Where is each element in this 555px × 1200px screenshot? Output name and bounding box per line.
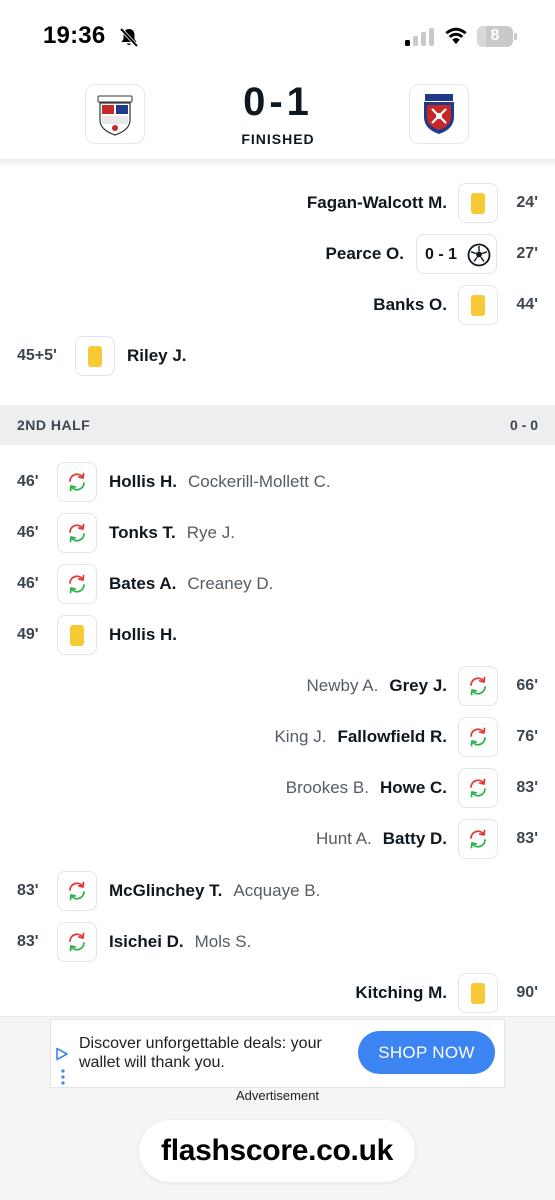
yellow-card-icon [458,183,498,223]
battery-level: 8 [490,27,500,44]
away-team-logo[interactable] [409,84,469,144]
player-name: Riley J. [127,346,187,365]
period-label: 2ND HALF [17,417,91,433]
player-in-name: Isichei D. [109,932,184,951]
home-team-logo[interactable] [85,84,145,144]
player-in-name: Howe C. [379,778,447,797]
ad-caption: Advertisement [235,1088,320,1103]
player-out-name: Brookes B. [285,778,369,797]
match-status: FINISHED [241,131,315,147]
incident-minute: 44' [516,296,538,313]
incident-minute: 27' [516,245,538,262]
away-badge-icon [424,94,454,134]
incident-row[interactable]: Banks O. 44' [0,280,555,330]
home-badge-icon [97,95,133,136]
substitution-icon [57,513,97,553]
shop-now-button[interactable]: SHOP NOW [358,1031,495,1074]
incident-minute: 46' [17,575,39,592]
header-divider [0,159,555,167]
incident-row[interactable]: 83' McGlinchey T. Acquaye B. [0,866,555,916]
incident-minute: 83' [516,830,538,847]
period-score: 0 - 0 [509,417,538,433]
incident-row[interactable]: 45+5' Riley J. [0,331,555,381]
incident-row[interactable]: 49' Hollis H. [0,610,555,660]
player-out-name: Acquaye B. [233,881,321,900]
player-name: Banks O. [373,295,447,314]
period-header-second-half: 2ND HALF 0 - 0 [0,405,555,445]
substitution-icon [57,871,97,911]
player-in-name: Hollis H. [109,472,178,491]
player-in-name: Grey J. [389,676,447,695]
player-in-name: Batty D. [382,829,447,848]
player-name: Hollis H. [109,625,178,644]
substitution-icon [57,922,97,962]
incident-minute: 76' [516,728,538,745]
cellular-signal-icon [405,28,435,46]
player-in-name: Tonks T. [109,523,176,542]
player-out-name: Rye J. [186,523,235,542]
player-out-name: King J. [274,727,327,746]
goal-indicator: 0 - 1 [416,234,497,274]
player-name: Pearce O. [325,244,404,263]
status-bar: 19:36 8 [0,0,555,70]
incident-row[interactable]: 46' Hollis H. Cockerill-Mollett C. [0,457,555,507]
incident-row[interactable]: 46' Bates A. Creaney D. [0,559,555,609]
ad-banner[interactable]: Discover unforgettable deals: your walle… [50,1019,505,1088]
substitution-icon [57,564,97,604]
player-out-name: Newby A. [306,676,379,695]
bell-muted-icon [119,27,139,48]
goal-score: 0 - 1 [425,246,458,263]
match-header: 0-1 FINISHED [0,70,555,162]
incident-row[interactable]: King J. Fallowfield R. 76' [0,712,555,762]
more-options-icon[interactable] [61,1069,65,1085]
incident-minute: 83' [17,933,39,950]
incident-minute: 24' [516,194,538,211]
yellow-card-icon [57,615,97,655]
substitution-icon [458,666,498,706]
battery-icon: 8 [477,26,517,47]
incident-minute: 46' [17,524,39,541]
player-name: Kitching M. [355,983,447,1002]
incident-row[interactable]: Fagan-Walcott M. 24' [0,178,555,228]
yellow-card-icon [75,336,115,376]
player-out-name: Cockerill-Mollett C. [188,472,331,491]
browser-address-bar[interactable]: flashscore.co.uk [139,1120,415,1182]
incident-row[interactable]: 83' Isichei D. Mols S. [0,917,555,967]
substitution-icon [458,819,498,859]
match-score: 0-1 [243,80,313,124]
player-out-name: Mols S. [194,932,252,951]
incident-minute: 46' [17,473,39,490]
incident-row[interactable]: 46' Tonks T. Rye J. [0,508,555,558]
clock: 19:36 [43,22,106,49]
incident-row[interactable]: Newby A. Grey J. 66' [0,661,555,711]
incident-row[interactable]: Kitching M. 90' [0,968,555,1018]
substitution-icon [458,768,498,808]
incident-minute: 49' [17,626,39,643]
player-out-name: Creaney D. [187,574,274,593]
incident-minute: 90' [516,984,538,1001]
substitution-icon [458,717,498,757]
substitution-icon [57,462,97,502]
wifi-icon [445,27,467,44]
yellow-card-icon [458,285,498,325]
ad-choices-icon[interactable] [55,1047,69,1061]
incident-row[interactable]: Hunt A. Batty D. 83' [0,814,555,864]
player-out-name: Hunt A. [316,829,372,848]
incident-row[interactable]: Pearce O. 0 - 1 27' [0,229,555,279]
soccer-ball-icon [467,243,491,267]
player-in-name: Bates A. [109,574,177,593]
ad-text[interactable]: Discover unforgettable deals: your walle… [79,1034,349,1072]
yellow-card-icon [458,973,498,1013]
player-name: Fagan-Walcott M. [306,193,447,212]
player-in-name: McGlinchey T. [109,881,223,900]
incident-minute: 83' [17,882,39,899]
incident-minute: 83' [516,779,538,796]
incident-row[interactable]: Brookes B. Howe C. 83' [0,763,555,813]
player-in-name: Fallowfield R. [337,727,447,746]
incident-minute: 66' [516,677,538,694]
incident-minute: 45+5' [17,347,57,364]
